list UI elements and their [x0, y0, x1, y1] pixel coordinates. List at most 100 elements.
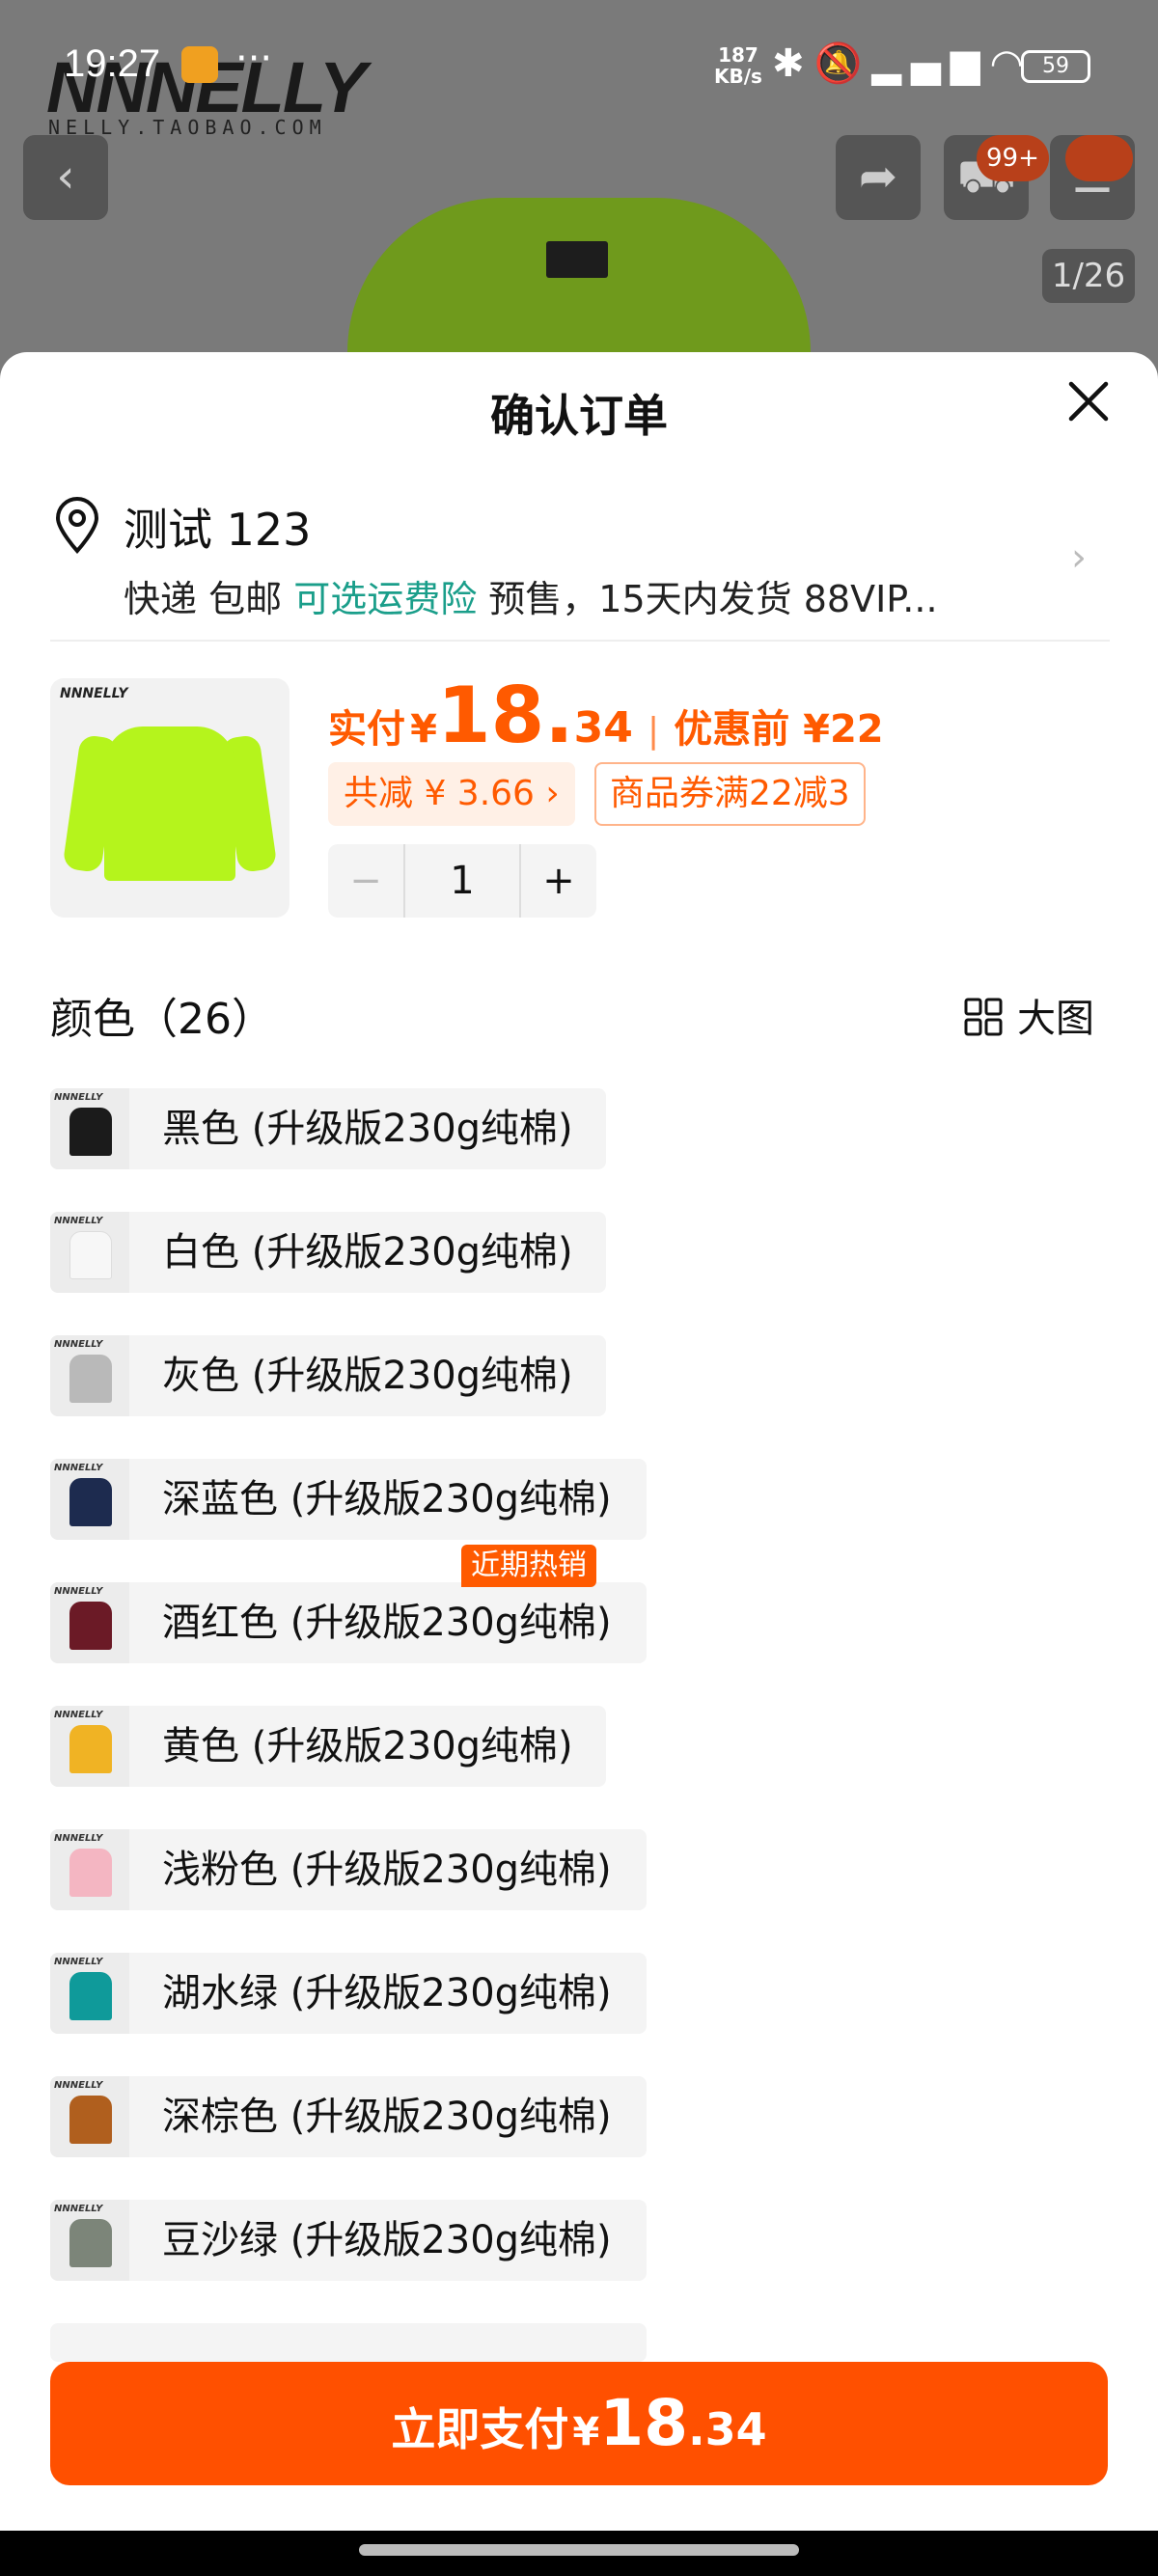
- color-thumbnail: NNNELLY: [50, 1829, 129, 1910]
- color-thumbnail: NNNELLY: [50, 2200, 129, 2281]
- divider: [50, 640, 1110, 642]
- tee-swatch: [69, 1725, 112, 1773]
- close-button[interactable]: [1062, 379, 1116, 433]
- pay-now-amount-decimal: .34: [688, 2403, 767, 2455]
- cart-badge: 99+: [977, 135, 1049, 181]
- color-option[interactable]: NNNELLY 黄色 (升级版230g纯棉): [50, 1706, 606, 1787]
- price-integer: 18.: [436, 671, 574, 760]
- color-section-title: 颜色（26）: [50, 995, 274, 1044]
- quantity-value[interactable]: 1: [403, 844, 521, 918]
- color-thumbnail: NNNELLY: [50, 1953, 129, 2034]
- original-price: 优惠前 ¥22: [674, 707, 884, 752]
- price-row: 实付 ¥18.34 | 优惠前 ¥22: [328, 671, 884, 760]
- thumbnail-brand-logo: NNNELLY: [54, 1339, 103, 1350]
- color-option-label: 深蓝色 (升级版230g纯棉): [162, 1477, 612, 1521]
- shipping-info[interactable]: 快递 包邮 可选运费险 预售，15天内发货 88VIP...: [124, 569, 938, 622]
- color-thumbnail: NNNELLY: [50, 1335, 129, 1416]
- color-option-label: 深棕色 (升级版230g纯棉): [162, 2095, 612, 2139]
- color-option[interactable]: NNNELLY 浅粉色 (升级版230g纯棉): [50, 1829, 647, 1910]
- thumbnail-shirt: [104, 726, 235, 881]
- signal-icon: ▂▄▆: [871, 41, 990, 86]
- color-option[interactable]: NNNELLY 黑色 (升级版230g纯棉): [50, 1088, 606, 1169]
- increase-button[interactable]: +: [521, 844, 596, 918]
- color-option-label: 黑色 (升级版230g纯棉): [162, 1107, 573, 1151]
- back-button[interactable]: ‹: [23, 135, 108, 220]
- more-notifications-icon: ···: [235, 37, 273, 81]
- shirt-label: [546, 241, 608, 278]
- home-indicator[interactable]: [359, 2544, 799, 2556]
- tee-swatch: [69, 1602, 112, 1650]
- price-separator: |: [647, 711, 660, 751]
- close-icon: [1068, 381, 1109, 422]
- color-option[interactable]: NNNELLY 湖水绿 (升级版230g纯棉): [50, 1953, 647, 2034]
- share-button[interactable]: ➦: [836, 135, 921, 220]
- shipping-method: 快递 包邮: [124, 578, 283, 620]
- network-speed-unit: KB/s: [714, 65, 762, 88]
- address-name[interactable]: 测试 123: [124, 495, 311, 559]
- color-thumbnail: NNNELLY: [50, 2076, 129, 2157]
- hot-selling-badge: 近期热销: [461, 1545, 596, 1587]
- price-currency: ¥: [410, 707, 437, 752]
- tee-swatch: [69, 1478, 112, 1526]
- color-option[interactable]: NNNELLY 豆沙绿 (升级版230g纯棉): [50, 2200, 647, 2281]
- battery-icon: 59: [1021, 50, 1090, 83]
- chat-badge: [1065, 135, 1133, 181]
- mute-icon: 🔕: [813, 41, 872, 86]
- thumbnail-brand-logo: NNNELLY: [54, 1586, 103, 1597]
- status-icons: ✱🔕▂▄▆◠: [772, 41, 1034, 86]
- tee-swatch: [69, 1355, 112, 1403]
- network-speed: 187 KB/s: [714, 44, 762, 87]
- thumbnail-brand-logo: NNNELLY: [54, 1092, 103, 1103]
- color-option[interactable]: NNNELLY 白色 (升级版230g纯棉): [50, 1212, 606, 1293]
- color-option[interactable]: NNNELLY 深棕色 (升级版230g纯棉): [50, 2076, 647, 2157]
- color-option-label: 酒红色 (升级版230g纯棉): [162, 1601, 612, 1645]
- tee-swatch: [69, 1108, 112, 1156]
- decrease-button[interactable]: −: [328, 844, 403, 918]
- pay-now-amount-integer: 18: [599, 2386, 689, 2460]
- tee-swatch: [69, 1231, 112, 1279]
- color-option[interactable]: NNNELLY 灰色 (升级版230g纯棉): [50, 1335, 606, 1416]
- bluetooth-icon: ✱: [772, 41, 814, 86]
- tee-swatch: [69, 2096, 112, 2144]
- thumbnail-brand-logo: NNNELLY: [54, 1463, 103, 1473]
- tee-swatch: [69, 2219, 112, 2267]
- status-time: 19:27: [64, 42, 161, 85]
- pay-now-button[interactable]: 立即支付 ¥18.34: [50, 2362, 1108, 2485]
- color-thumbnail: NNNELLY: [50, 1582, 129, 1663]
- thumbnail-brand-logo: NNNELLY: [54, 2204, 103, 2214]
- color-thumbnail: NNNELLY: [50, 1706, 129, 1787]
- chevron-right-icon[interactable]: ›: [1071, 535, 1087, 580]
- color-option-partial[interactable]: [50, 2323, 647, 2362]
- color-thumbnail: NNNELLY: [50, 1459, 129, 1540]
- thumbnail-brand-logo: NNNELLY: [54, 1710, 103, 1720]
- confirm-order-sheet: 确认订单 测试 123 快递 包邮 可选运费险 预售，15天内发货 88VIP.…: [0, 352, 1158, 2531]
- shipping-insurance-link[interactable]: 可选运费险: [293, 578, 477, 620]
- color-option-label: 浅粉色 (升级版230g纯棉): [162, 1848, 612, 1892]
- tee-swatch: [69, 1849, 112, 1897]
- thumbnail-brand-logo: NNNELLY: [54, 1833, 103, 1844]
- color-option-label: 豆沙绿 (升级版230g纯棉): [162, 2218, 612, 2262]
- status-bar: 19:27 ··· 187 KB/s ✱🔕▂▄▆◠ 59: [0, 0, 1158, 135]
- network-speed-value: 187: [718, 43, 758, 67]
- color-option-label: 白色 (升级版230g纯棉): [162, 1230, 573, 1274]
- big-view-toggle[interactable]: 大图: [963, 987, 1094, 1043]
- product-thumbnail[interactable]: NNNELLY: [50, 678, 290, 918]
- big-view-label: 大图: [1017, 997, 1094, 1041]
- color-thumbnail: NNNELLY: [50, 1212, 129, 1293]
- coupon-chip[interactable]: 商品券满22减3: [594, 762, 866, 826]
- app-notification-icon: [181, 46, 218, 83]
- pay-label: 实付: [328, 707, 405, 752]
- color-option-label: 灰色 (升级版230g纯棉): [162, 1354, 573, 1398]
- image-counter: 1/26: [1042, 249, 1135, 303]
- discount-detail-chip[interactable]: 共减 ¥ 3.66 ›: [328, 762, 575, 826]
- location-pin-icon: [52, 497, 102, 555]
- grid-icon: [964, 998, 1003, 1036]
- color-option[interactable]: NNNELLY 酒红色 (升级版230g纯棉): [50, 1582, 647, 1663]
- color-option-label: 黄色 (升级版230g纯棉): [162, 1724, 573, 1768]
- quantity-stepper: − 1 +: [328, 844, 596, 918]
- color-thumbnail: NNNELLY: [50, 1088, 129, 1169]
- color-option-label: 湖水绿 (升级版230g纯棉): [162, 1971, 612, 2015]
- shipping-presale-info: 预售，15天内发货 88VIP...: [488, 578, 938, 620]
- tee-swatch: [69, 1972, 112, 2020]
- color-option[interactable]: NNNELLY 深蓝色 (升级版230g纯棉): [50, 1459, 647, 1540]
